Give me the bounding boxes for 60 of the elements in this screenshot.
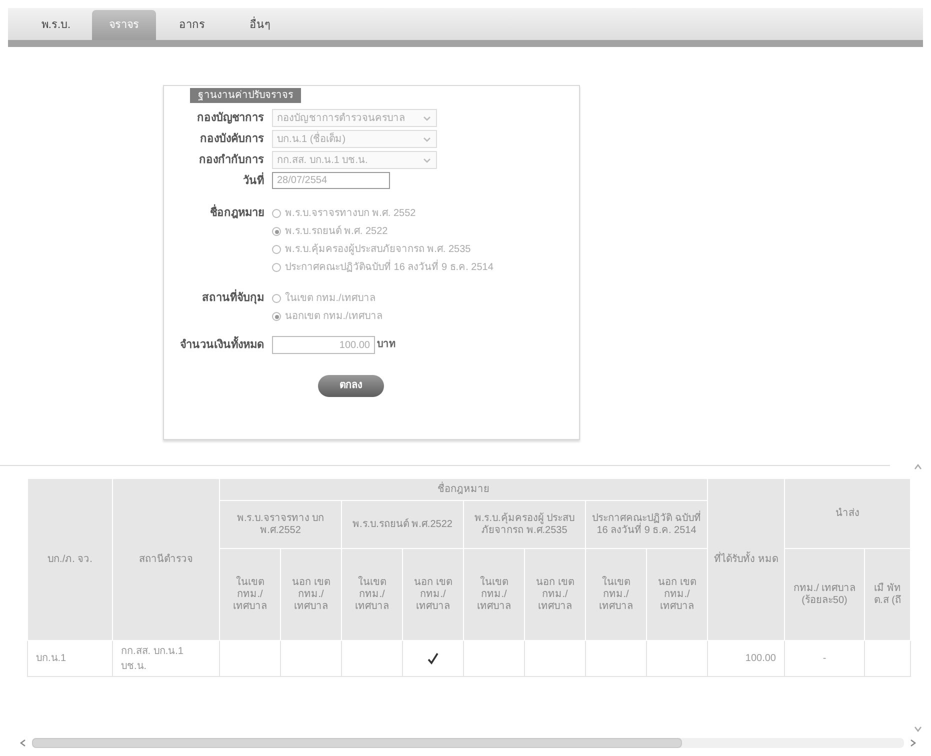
date-field[interactable]: 28/07/2554	[272, 172, 390, 189]
column-header: นำส่ง	[784, 478, 910, 548]
tab[interactable]: อากร	[160, 10, 224, 40]
column-header: ในเขต กทม./ เทศบาล	[342, 548, 402, 640]
column-header: ประกาศคณะปฏิวัติ ฉบับที่ 16 ลงวันที่ 9 ธ.ค. 2514	[586, 500, 708, 548]
column-header: พ.ร.บ.คุ้มครองผู้ ประสบภัยจากรถ พ.ศ.2535	[464, 500, 586, 548]
table-cell: -	[784, 640, 864, 676]
field-label: กองบังคับการ	[199, 132, 264, 147]
table-cell: กก.สส. บก.น.1 บช.น.	[112, 640, 220, 676]
column-header: ที่ได้รับทั้ง หมด	[708, 478, 784, 640]
dropdown[interactable]: บก.น.1 (ชื่อเต็ม)	[272, 130, 437, 148]
column-header: นอก เขต กทม./ เทศบาล	[524, 548, 586, 640]
field-label: กองบัญชาการ	[196, 110, 264, 126]
table-cell: 100.00	[708, 640, 784, 676]
column-header: ในเขต กทม./ เทศบาล	[464, 548, 524, 640]
radio-button[interactable]	[272, 227, 281, 236]
field-label: กองกำกับการ	[198, 152, 264, 168]
tab[interactable]: จราจร	[92, 10, 156, 40]
panel-title: ฐานงานค่าปรับจราจร	[190, 88, 301, 103]
field-label: จำนวนเงินทั้งหมด	[164, 336, 264, 354]
field-label: สถานที่จับกุม	[164, 289, 264, 307]
column-header: นอก เขต กทม./ เทศบาล	[280, 548, 342, 640]
column-header: สถานีตำรวจ	[112, 478, 220, 640]
radio-button[interactable]	[272, 312, 281, 321]
column-header: กทม./ เทศบาล (ร้อยละ50)	[784, 548, 864, 640]
radio-option[interactable]: ประกาศคณะปฏิวัติฉบับที่ 16 ลงวันที่ 9 ธ.ค. 2514	[272, 260, 494, 275]
unit-label: บาท	[377, 338, 396, 352]
column-header: พ.ร.บ.รถยนต์ พ.ศ.2522	[342, 500, 464, 548]
scroll-down-icon[interactable]	[913, 724, 923, 734]
tab[interactable]: พ.ร.บ.	[24, 10, 88, 40]
radio-option[interactable]: นอกเขต กทม./เทศบาล	[272, 309, 382, 324]
radio-option[interactable]: พ.ร.บ.คุ้มครองผู้ประสบภัยจากรถ พ.ศ. 2535	[272, 242, 494, 257]
column-header: ในเขต กทม./ เทศบาล	[220, 548, 280, 640]
empty-table-cell	[864, 640, 910, 676]
radio-option[interactable]: พ.ร.บ.รถยนต์ พ.ศ. 2522	[272, 224, 494, 239]
column-header: พ.ร.บ.จราจรทาง บก พ.ศ.2552	[220, 500, 342, 548]
scrollbar-thumb[interactable]	[32, 738, 682, 748]
field-label: ชื่อกฎหมาย	[164, 204, 264, 222]
column-header: ชื่อกฎหมาย	[220, 478, 708, 500]
radio-button[interactable]	[272, 263, 281, 272]
column-header: นอก เขต กทม./ เทศบาล	[646, 548, 708, 640]
radio-button[interactable]	[272, 209, 281, 218]
column-header: เมื พัท ต.ส (ถึ	[864, 548, 910, 640]
column-header: ในเขต กทม./ เทศบาล	[586, 548, 646, 640]
dropdown[interactable]: กองบัญชาการตำรวจนครบาล	[272, 109, 437, 127]
scroll-right-icon[interactable]	[908, 738, 918, 748]
scroll-up-icon[interactable]	[913, 462, 923, 472]
radio-button[interactable]	[272, 245, 281, 254]
radio-option[interactable]: พ.ร.บ.จราจรทางบก พ.ศ. 2552	[272, 206, 494, 221]
column-header: บก./ภ. จว.	[28, 478, 112, 640]
table-cell: บก.น.1	[28, 640, 112, 676]
tab[interactable]: อื่นๆ	[228, 10, 292, 40]
dropdown[interactable]: กก.สส. บก.น.1 บช.น.	[272, 151, 437, 169]
column-header: นอก เขต กทม./ เทศบาล	[402, 548, 464, 640]
scroll-left-icon[interactable]	[18, 738, 28, 748]
ok-button[interactable]: ตกลง	[318, 374, 384, 396]
field-label: วันที่	[164, 172, 264, 190]
amount-field[interactable]: 100.00	[272, 336, 375, 354]
radio-option[interactable]: ในเขต กทม./เทศบาล	[272, 291, 382, 306]
radio-button[interactable]	[272, 294, 281, 303]
